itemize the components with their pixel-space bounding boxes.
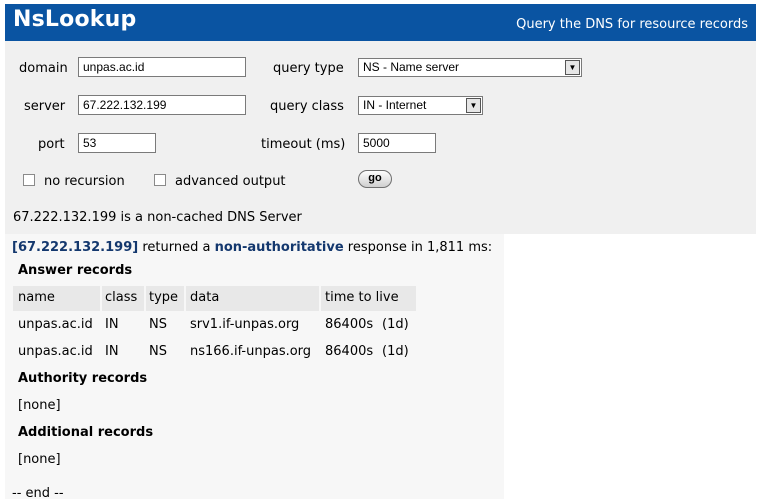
server-label: server bbox=[24, 99, 66, 114]
answer-records-title: Answer records bbox=[18, 263, 133, 278]
table-cell: (1d) bbox=[382, 344, 409, 359]
response-auth-link[interactable]: non-authoritative bbox=[215, 240, 344, 255]
query-class-select[interactable]: IN - Internet ▼ bbox=[358, 96, 483, 115]
additional-none: [none] bbox=[18, 452, 61, 467]
domain-label: domain bbox=[19, 61, 68, 76]
query-type-value: NS - Name server bbox=[363, 60, 460, 74]
result-panel: [67.222.132.199] returned a non-authorit… bbox=[5, 234, 504, 501]
table-cell: IN bbox=[105, 317, 119, 332]
port-label: port bbox=[38, 137, 65, 152]
advanced-output-checkbox[interactable] bbox=[154, 174, 166, 186]
query-type-label: query type bbox=[273, 61, 344, 76]
column-header: type bbox=[149, 290, 179, 305]
chevron-down-icon[interactable]: ▼ bbox=[565, 60, 580, 75]
chevron-down-icon[interactable]: ▼ bbox=[466, 98, 481, 113]
additional-records-title: Additional records bbox=[18, 425, 154, 440]
app-header: NsLookup Query the DNS for resource reco… bbox=[5, 4, 756, 41]
response-text: returned a bbox=[138, 240, 215, 255]
go-button[interactable]: go bbox=[358, 170, 392, 188]
timeout-input[interactable]: 5000 bbox=[358, 133, 436, 153]
domain-input[interactable]: unpas.ac.id bbox=[78, 57, 246, 77]
no-recursion-label: no recursion bbox=[44, 174, 125, 189]
response-time-text: response in 1,811 ms: bbox=[343, 240, 493, 255]
response-line: [67.222.132.199] returned a non-authorit… bbox=[12, 240, 492, 255]
table-cell: 86400s bbox=[325, 317, 374, 332]
table-cell: (1d) bbox=[382, 317, 409, 332]
column-header: data bbox=[190, 290, 220, 305]
column-header: name bbox=[18, 290, 55, 305]
table-cell: srv1.if-unpas.org bbox=[190, 317, 300, 332]
server-input[interactable]: 67.222.132.199 bbox=[78, 95, 246, 115]
column-header: class bbox=[105, 290, 138, 305]
timeout-label: timeout (ms) bbox=[261, 137, 346, 152]
no-recursion-checkbox[interactable] bbox=[23, 174, 35, 186]
app-subtitle: Query the DNS for resource records bbox=[516, 17, 748, 32]
query-type-select[interactable]: NS - Name server ▼ bbox=[358, 58, 582, 77]
table-cell: unpas.ac.id bbox=[18, 317, 93, 332]
server-status: 67.222.132.199 is a non-cached DNS Serve… bbox=[13, 210, 302, 225]
query-class-label: query class bbox=[270, 99, 344, 114]
query-form: domain unpas.ac.id query type NS - Name … bbox=[5, 41, 756, 234]
response-server-link[interactable]: [67.222.132.199] bbox=[12, 240, 138, 255]
table-cell: ns166.if-unpas.org bbox=[190, 344, 312, 359]
table-cell: NS bbox=[149, 317, 167, 332]
port-input[interactable]: 53 bbox=[78, 133, 156, 153]
table-cell: NS bbox=[149, 344, 167, 359]
app-title: NsLookup bbox=[13, 7, 137, 32]
query-class-value: IN - Internet bbox=[363, 98, 427, 112]
authority-none: [none] bbox=[18, 398, 61, 413]
column-header: time to live bbox=[325, 290, 399, 305]
table-cell: IN bbox=[105, 344, 119, 359]
table-cell: unpas.ac.id bbox=[18, 344, 93, 359]
authority-records-title: Authority records bbox=[18, 371, 148, 386]
table-cell: 86400s bbox=[325, 344, 374, 359]
advanced-output-label: advanced output bbox=[175, 174, 286, 189]
